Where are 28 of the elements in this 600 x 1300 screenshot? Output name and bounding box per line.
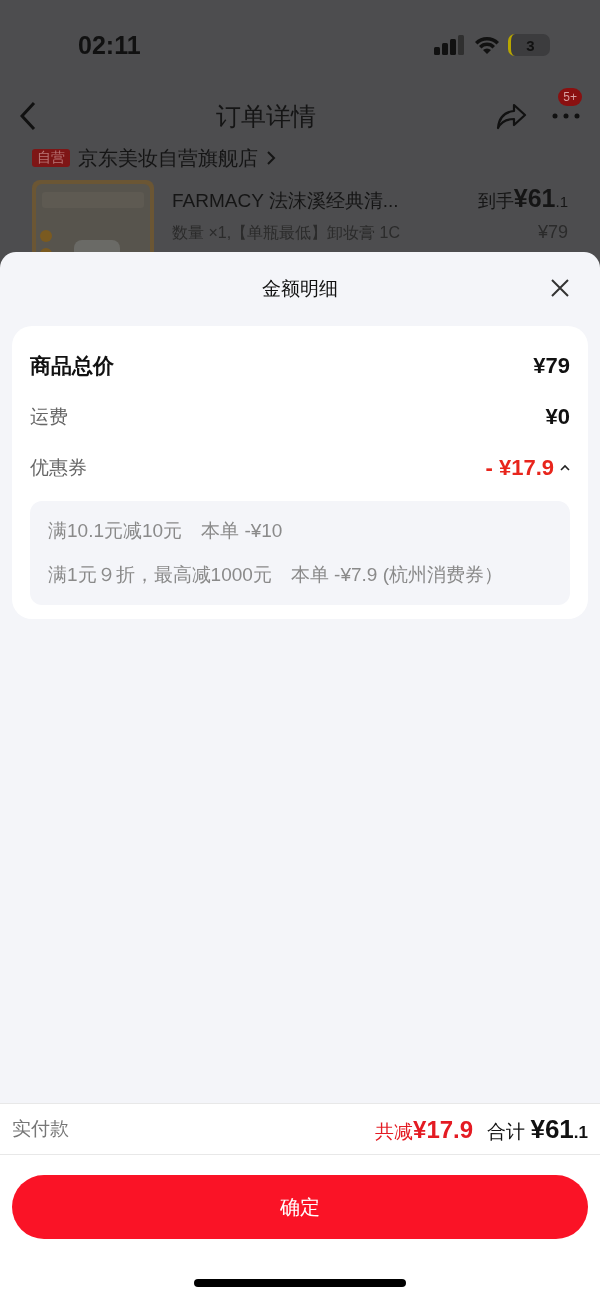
close-button[interactable] — [550, 278, 570, 298]
payment-label: 实付款 — [12, 1117, 69, 1141]
signal-icon — [434, 35, 466, 55]
total-discount: 共减¥17.9 — [375, 1115, 474, 1145]
caret-up-icon[interactable] — [560, 464, 570, 471]
total-amount: 合计 ¥61.1 — [487, 1113, 588, 1145]
notification-badge: 5+ — [558, 88, 582, 106]
page-title: 订单详情 — [215, 100, 317, 132]
amount-value: ¥79 — [533, 352, 570, 379]
chevron-right-icon — [266, 150, 276, 166]
amount-label: 运费 — [30, 404, 68, 429]
store-name[interactable]: 京东美妆自营旗舰店 — [78, 144, 258, 168]
back-button[interactable] — [20, 101, 36, 131]
coupon-detail: 满1元９折，最高减1000元 本单 -¥7.9 (杭州消费券） — [48, 563, 505, 587]
amount-value: ¥0 — [545, 403, 570, 430]
amount-label: 商品总价 — [30, 352, 114, 379]
status-time: 02:11 — [78, 30, 141, 60]
product-title[interactable]: FARMACY 法沫溪经典清... — [172, 188, 399, 214]
final-price: 到手¥61.1 — [477, 184, 568, 213]
coupon-detail: 满10.1元减10元 本单 -¥10 — [48, 519, 284, 543]
confirm-button[interactable]: 确定 — [12, 1175, 588, 1239]
share-button[interactable] — [496, 102, 528, 130]
sheet-title: 金额明细 — [262, 277, 338, 301]
amount-value: - ¥17.9 — [485, 454, 554, 481]
amount-label: 优惠券 — [30, 455, 87, 480]
store-tag: 自营 — [32, 149, 70, 167]
more-button[interactable] — [552, 112, 580, 120]
wifi-icon — [474, 35, 500, 55]
